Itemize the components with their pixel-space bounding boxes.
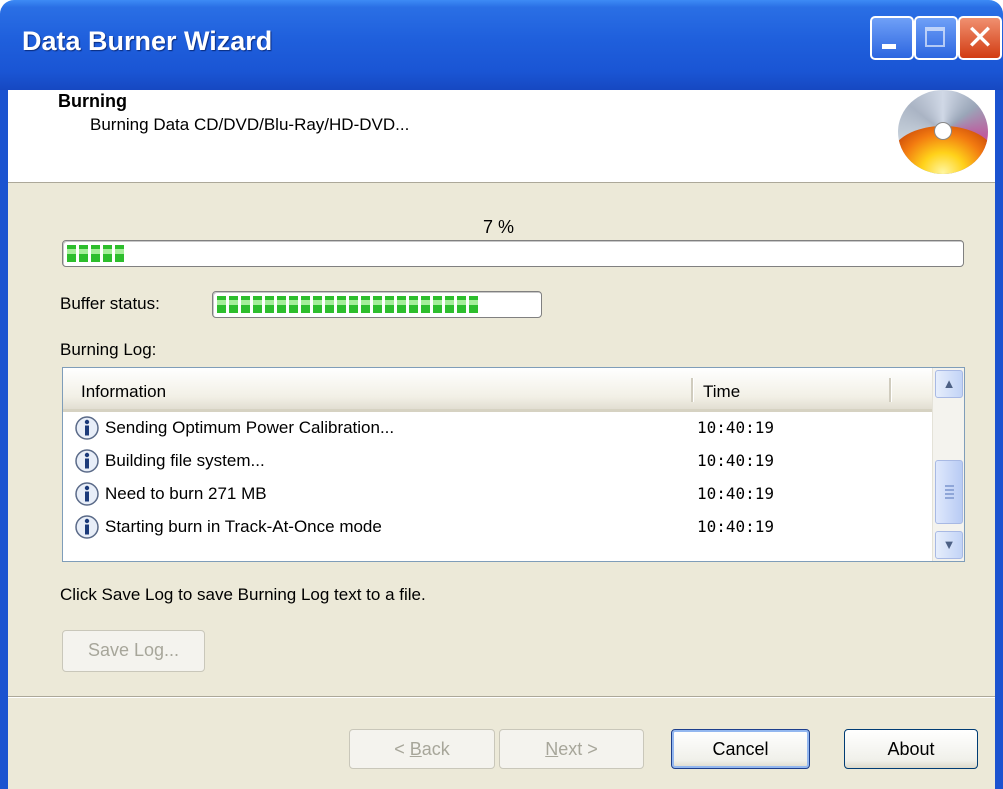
buffer-status-label: Buffer status: xyxy=(60,294,160,313)
back-button-label: ack xyxy=(421,739,450,759)
maximize-icon xyxy=(925,27,945,47)
burning-log-list[interactable]: Information Time Sending Optimum Power C… xyxy=(62,367,965,562)
log-row[interactable]: Sending Optimum Power Calibration... 10:… xyxy=(63,412,932,445)
log-message: Starting burn in Track-At-Once mode xyxy=(105,517,382,536)
next-button[interactable]: Next > xyxy=(499,729,644,769)
close-icon: ✕ xyxy=(965,18,995,58)
button-separator xyxy=(8,696,995,698)
column-separator[interactable] xyxy=(889,378,892,402)
save-log-button[interactable]: Save Log... xyxy=(62,630,205,672)
scroll-thumb[interactable] xyxy=(935,460,963,524)
close-button[interactable]: ✕ xyxy=(958,16,1002,60)
info-icon xyxy=(75,515,99,539)
grip-icon xyxy=(945,485,954,499)
buffer-status-bar xyxy=(212,291,542,318)
disc-hole xyxy=(934,122,952,140)
step-title: Burning xyxy=(58,91,127,111)
progress-percent: 7 % xyxy=(483,217,515,237)
buffer-status-fill xyxy=(217,296,481,313)
back-button[interactable]: < Back xyxy=(349,729,495,769)
log-time: 10:40:19 xyxy=(697,418,775,437)
scroll-up-button[interactable]: ▲ xyxy=(935,370,963,398)
window-border-left xyxy=(0,90,8,789)
log-row[interactable]: Need to burn 271 MB 10:40:19 xyxy=(63,478,932,511)
save-log-hint: Click Save Log to save Burning Log text … xyxy=(60,585,426,604)
column-header-time[interactable]: Time xyxy=(703,382,740,402)
log-header: Information Time xyxy=(63,368,932,412)
back-button-prefix: < xyxy=(394,739,410,759)
next-button-label: ext > xyxy=(558,739,598,759)
maximize-button[interactable] xyxy=(914,16,958,60)
column-header-information[interactable]: Information xyxy=(81,382,166,402)
scroll-down-button[interactable]: ▼ xyxy=(935,531,963,559)
log-time: 10:40:19 xyxy=(697,517,775,536)
column-separator[interactable] xyxy=(691,378,694,402)
burning-log-label: Burning Log: xyxy=(60,340,157,359)
cancel-button[interactable]: Cancel xyxy=(671,729,810,769)
wizard-body: 7 % Buffer status: Burning Log: Informat… xyxy=(8,183,995,789)
log-row[interactable]: Building file system... 10:40:19 xyxy=(63,445,932,478)
next-button-accel: N xyxy=(545,739,559,759)
step-subtitle: Burning Data CD/DVD/Blu-Ray/HD-DVD... xyxy=(90,115,410,134)
title-bar[interactable]: Data Burner Wizard ✕ xyxy=(0,0,1003,90)
log-time: 10:40:19 xyxy=(697,484,775,503)
log-time: 10:40:19 xyxy=(697,451,775,470)
log-message: Need to burn 271 MB xyxy=(105,484,267,503)
log-message: Building file system... xyxy=(105,451,265,470)
burn-progress-bar xyxy=(62,240,964,267)
about-button[interactable]: About xyxy=(844,729,978,769)
minimize-button[interactable] xyxy=(870,16,914,60)
wizard-header: Burning Burning Data CD/DVD/Blu-Ray/HD-D… xyxy=(8,90,995,183)
log-rows: Sending Optimum Power Calibration... 10:… xyxy=(63,412,932,544)
log-message: Sending Optimum Power Calibration... xyxy=(105,418,395,437)
log-scrollbar[interactable]: ▲ ▼ xyxy=(932,368,964,561)
burn-progress-fill xyxy=(67,245,127,262)
back-button-accel: B xyxy=(409,739,422,759)
burning-disc-icon xyxy=(898,90,988,174)
window-title: Data Burner Wizard xyxy=(22,26,273,56)
info-icon xyxy=(75,416,99,440)
info-icon xyxy=(75,449,99,473)
window-border-right xyxy=(995,90,1003,789)
minimize-icon xyxy=(882,44,896,49)
log-row[interactable]: Starting burn in Track-At-Once mode 10:4… xyxy=(63,511,932,544)
info-icon xyxy=(75,482,99,506)
